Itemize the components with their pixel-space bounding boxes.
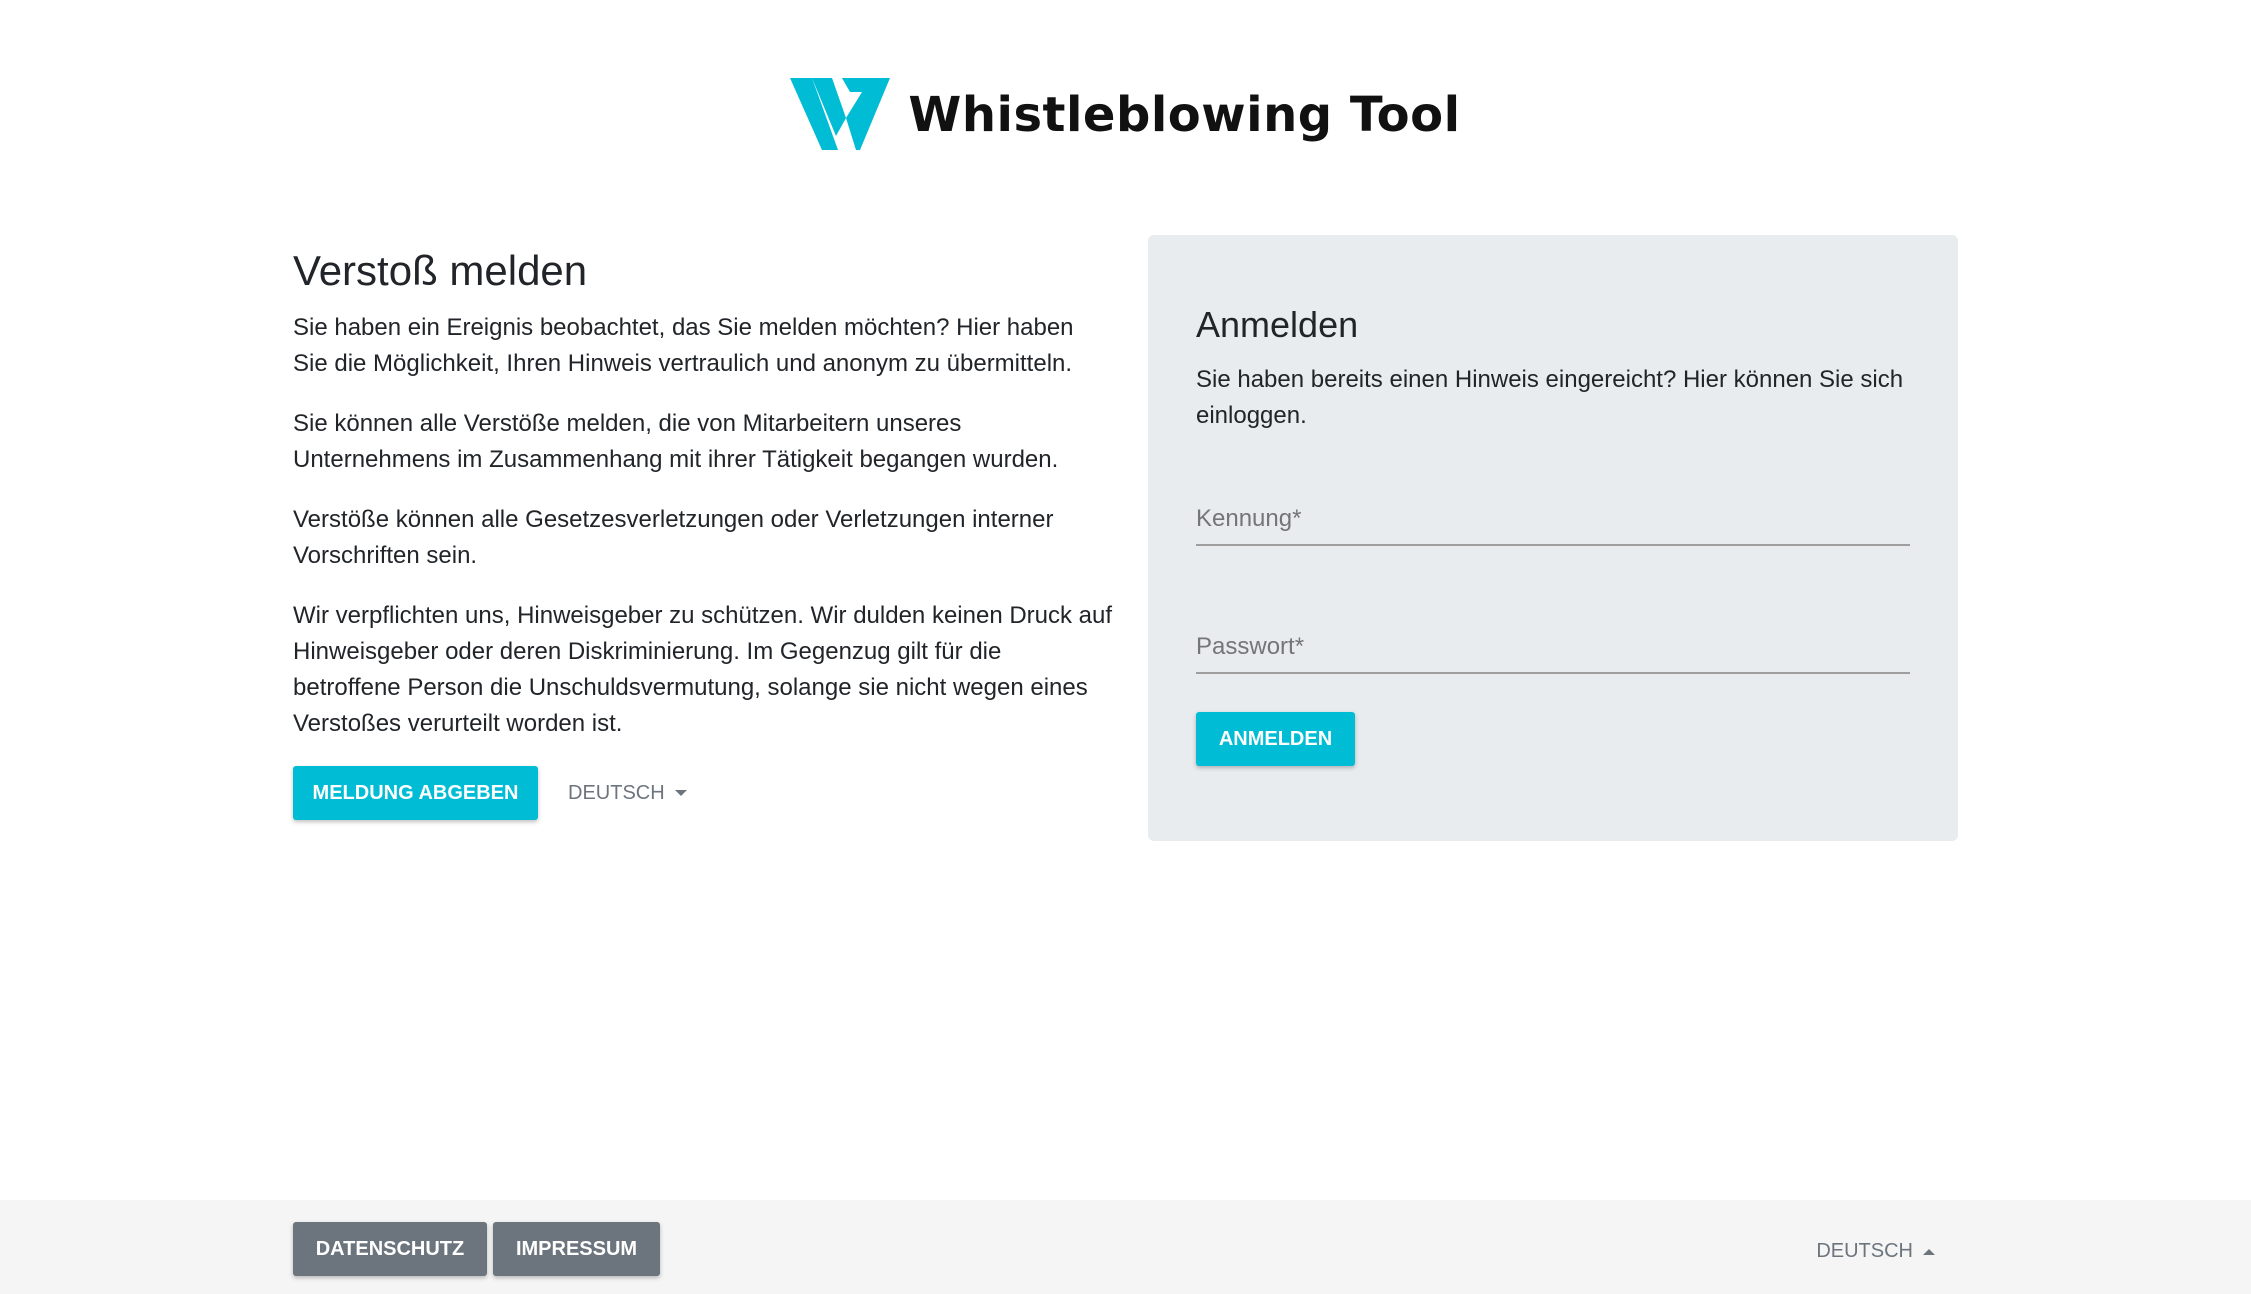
footer-links: DATENSCHUTZ IMPRESSUM <box>293 1222 660 1276</box>
password-input[interactable] <box>1196 622 1910 673</box>
report-paragraph: Sie können alle Verstöße melden, die von… <box>293 410 1059 474</box>
login-button[interactable]: ANMELDEN <box>1196 712 1355 767</box>
report-actions: MELDUNG ABGEBEN DEUTSCH <box>293 766 1113 821</box>
submit-report-button[interactable]: MELDUNG ABGEBEN <box>293 766 538 821</box>
report-paragraph: Wir verpflichten uns, Hinweisgeber zu sc… <box>293 602 1113 738</box>
caret-down-icon <box>674 790 687 797</box>
language-dropdown[interactable]: DEUTSCH <box>568 782 687 805</box>
id-field-wrapper <box>1196 494 1910 547</box>
login-description: Sie haben bereits einen Hinweis eingerei… <box>1196 366 1904 430</box>
report-title: Verstoß melden <box>293 247 588 294</box>
login-title: Anmelden <box>1196 304 1359 345</box>
imprint-button[interactable]: IMPRESSUM <box>493 1222 660 1276</box>
language-dropdown-label: DEUTSCH <box>568 781 665 804</box>
report-section: Verstoß melden Sie haben ein Ereignis be… <box>293 246 1113 821</box>
privacy-button[interactable]: DATENSCHUTZ <box>293 1222 487 1276</box>
id-input[interactable] <box>1196 494 1910 545</box>
footer-language-label: DEUTSCH <box>1816 1240 1913 1262</box>
header: Whistleblowing Tool <box>0 74 2251 150</box>
app-title: Whistleblowing Tool <box>908 87 1461 143</box>
login-card: Anmelden Sie haben bereits einen Hinweis… <box>1148 235 1958 841</box>
caret-up-icon <box>1923 1248 1935 1255</box>
password-field-wrapper <box>1196 622 1910 675</box>
footer-language-dropdown[interactable]: DEUTSCH <box>1816 1240 1935 1263</box>
report-paragraph: Verstöße können alle Gesetzesverletzunge… <box>293 506 1054 570</box>
report-paragraph: Sie haben ein Ereignis beobachtet, das S… <box>293 314 1074 378</box>
footer: DATENSCHUTZ IMPRESSUM DEUTSCH <box>0 1200 2251 1294</box>
whistleblowing-logo-icon <box>790 78 891 150</box>
